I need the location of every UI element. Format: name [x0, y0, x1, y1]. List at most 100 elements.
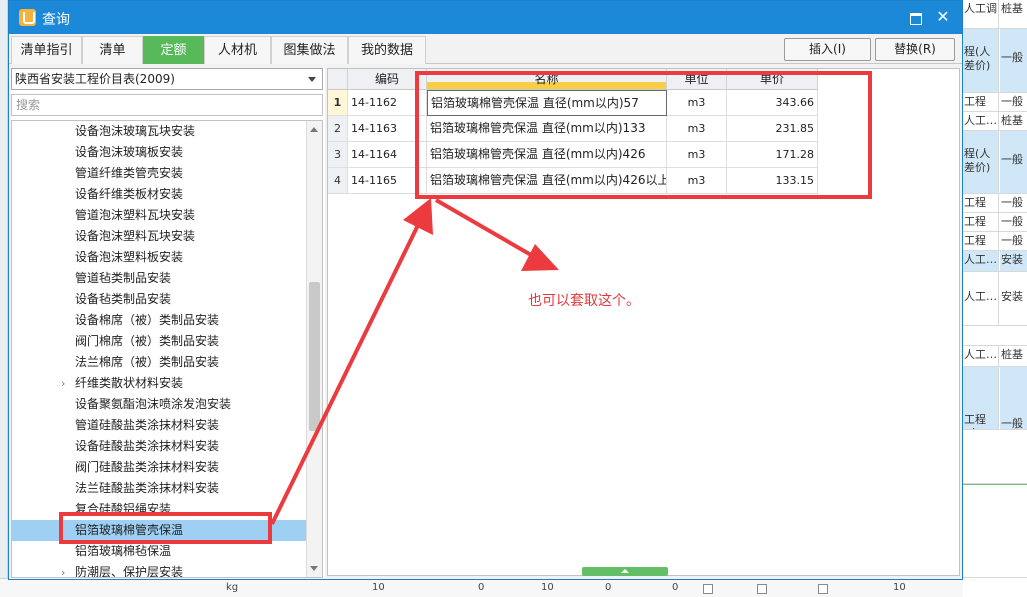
background-cell: 一般: [1001, 95, 1023, 108]
tree-item[interactable]: 阀门棉席（被）类制品安装: [12, 331, 307, 352]
row-number[interactable]: 3: [328, 142, 348, 168]
background-checkbox[interactable]: [703, 584, 713, 594]
maximize-button[interactable]: [903, 6, 927, 28]
tree-item-label: 设备泡沫玻璃瓦块安装: [75, 124, 196, 138]
background-cell: 桩基: [1001, 2, 1023, 15]
scroll-down-icon[interactable]: [310, 566, 318, 571]
tab-list-guide[interactable]: 清单指引: [11, 36, 82, 64]
tree-item[interactable]: 管道毡类制品安装: [12, 268, 307, 289]
background-cell: kg: [226, 582, 239, 593]
tree-item-label: 法兰棉席（被）类制品安装: [75, 355, 220, 369]
insert-button[interactable]: 插入(I): [784, 38, 871, 61]
scrollbar-thumb[interactable]: [309, 282, 320, 431]
background-row: [963, 484, 1027, 578]
background-cell: 安装: [1001, 290, 1023, 303]
tree-item[interactable]: 设备泡沫玻璃板安装: [12, 142, 307, 163]
background-row: 人工… 安装: [963, 272, 1027, 326]
background-cell: 程(人差价): [963, 131, 999, 193]
dialog-titlebar[interactable]: 查询 ✕: [9, 1, 962, 34]
background-row: [963, 326, 1027, 346]
tree-item[interactable]: › 防潮层、保护层安装: [12, 562, 307, 577]
tree-item[interactable]: 法兰硅酸盐类涂抹材料安装: [12, 478, 307, 499]
tree-item-label: 设备泡沫塑料板安装: [75, 250, 184, 264]
background-cell: 桩基: [1001, 348, 1023, 361]
annotation-highlight-box: [415, 71, 872, 199]
catalog-select[interactable]: 陕西省安装工程价目表(2009): [11, 68, 323, 90]
scroll-up-icon[interactable]: [310, 127, 318, 132]
row-number[interactable]: 1: [328, 90, 348, 116]
background-row: 工程(… 一般: [963, 232, 1027, 251]
background-cell: 10: [541, 582, 554, 593]
annotation-highlight-box: [59, 512, 272, 544]
background-cell: 工程(…: [963, 213, 999, 231]
tree-item[interactable]: 铝箔玻璃棉毡保温: [12, 541, 307, 562]
tree-item[interactable]: 设备聚氨酯泡沫喷涂发泡安装: [12, 394, 307, 415]
expand-chevron-icon[interactable]: ›: [61, 373, 65, 394]
tree-item[interactable]: 法兰棉席（被）类制品安装: [12, 352, 307, 373]
tree-item[interactable]: 阀门硅酸盐类涂抹材料安装: [12, 457, 307, 478]
background-row: [963, 430, 1027, 484]
tree-scrollbar[interactable]: [306, 121, 322, 577]
tree-item-label: 阀门棉席（被）类制品安装: [75, 334, 220, 348]
background-row: 人工… 桩基: [963, 112, 1027, 131]
row-number[interactable]: 4: [328, 168, 348, 194]
background-cell: 一般: [1001, 196, 1023, 209]
background-cell: 人工…: [963, 346, 999, 366]
tab-my-data[interactable]: 我的数据: [348, 36, 426, 64]
tree-item[interactable]: › 纤维类散状材料安装: [12, 373, 307, 394]
tree-item[interactable]: 设备泡沫玻璃瓦块安装: [12, 121, 307, 142]
catalog-tree: 设备泡沫玻璃瓦块安装 设备泡沫玻璃板安装 管道纤维类管壳安装 设备纤维类板材安装…: [11, 120, 323, 578]
background-row: 工程(… 一般: [963, 213, 1027, 232]
tree-item[interactable]: 设备毡类制品安装: [12, 289, 307, 310]
replace-button[interactable]: 替换(R): [875, 38, 955, 61]
background-cell: 工程(…: [963, 232, 999, 250]
background-row: 工程(… 一般: [963, 194, 1027, 213]
tree-item-label: 设备纤维类板材安装: [75, 187, 184, 201]
tree-item-label: 法兰硅酸盐类涂抹材料安装: [75, 481, 220, 495]
close-button[interactable]: ✕: [931, 6, 955, 28]
tab-quota[interactable]: 定额: [143, 36, 204, 64]
tab-bar: 清单指引 清单 定额 人材机 图集做法 我的数据 插入(I) 替换(R): [9, 34, 962, 64]
tab-atlas-methods[interactable]: 图集做法: [271, 36, 348, 64]
panel-collapse-handle[interactable]: [582, 567, 668, 576]
background-cell: 一般: [1000, 131, 1027, 193]
background-app-grid: 人工调 桩基 程(人差价) 一般 工程(… 一般 人工… 桩基 程(人差价) 一…: [963, 0, 1027, 597]
chevron-down-icon: [308, 77, 316, 82]
background-cell: 0: [672, 582, 679, 593]
search-input[interactable]: [11, 94, 323, 116]
tree-item-label: 管道纤维类管壳安装: [75, 166, 184, 180]
tree-item[interactable]: 设备泡沫塑料板安装: [12, 247, 307, 268]
tree-item-label: 纤维类散状材料安装: [75, 376, 184, 390]
background-cell: 工程(人: [963, 367, 999, 429]
background-row: 人工… 桩基: [963, 346, 1027, 367]
annotation-text: 也可以套取这个。: [528, 293, 640, 309]
background-checkbox[interactable]: [818, 584, 828, 594]
tree-item[interactable]: 设备泡沫塑料瓦块安装: [12, 226, 307, 247]
background-row: 程(人差价) 一般: [963, 29, 1027, 93]
background-row: 人工调 桩基: [963, 0, 1027, 29]
dialog-title: 查询: [42, 12, 70, 28]
tree-item-label: 设备硅酸盐类涂抹材料安装: [75, 439, 220, 453]
tree-item[interactable]: 管道纤维类管壳安装: [12, 163, 307, 184]
background-cell: 一般: [1000, 29, 1027, 92]
tree-item-label: 设备毡类制品安装: [75, 292, 172, 306]
tree-item-label: 管道泡沫塑料瓦块安装: [75, 208, 196, 222]
tree-item[interactable]: 管道硅酸盐类涂抹材料安装: [12, 415, 307, 436]
tree-item[interactable]: 设备纤维类板材安装: [12, 184, 307, 205]
tree-item[interactable]: 设备硅酸盐类涂抹材料安装: [12, 436, 307, 457]
tab-list[interactable]: 清单: [82, 36, 143, 64]
tree-item-label: 阀门硅酸盐类涂抹材料安装: [75, 460, 220, 474]
tree-item[interactable]: 设备棉席（被）类制品安装: [12, 310, 307, 331]
tree-item-label: 设备泡沫玻璃板安装: [75, 145, 184, 159]
tree-item-label: 设备聚氨酯泡沫喷涂发泡安装: [75, 397, 232, 411]
background-cell: 一般: [1001, 234, 1023, 247]
background-cell: 安装: [1000, 251, 1027, 271]
background-checkbox[interactable]: [757, 584, 767, 594]
background-cell: 程(人差价): [963, 29, 999, 92]
screen: 人工调 桩基 程(人差价) 一般 工程(… 一般 人工… 桩基 程(人差价) 一…: [0, 0, 1027, 597]
tab-labor-material-machine[interactable]: 人材机: [204, 36, 271, 64]
expand-chevron-icon[interactable]: ›: [61, 562, 65, 577]
row-number[interactable]: 2: [328, 116, 348, 142]
background-cell: 一般: [1001, 215, 1023, 228]
tree-item[interactable]: 管道泡沫塑料瓦块安装: [12, 205, 307, 226]
